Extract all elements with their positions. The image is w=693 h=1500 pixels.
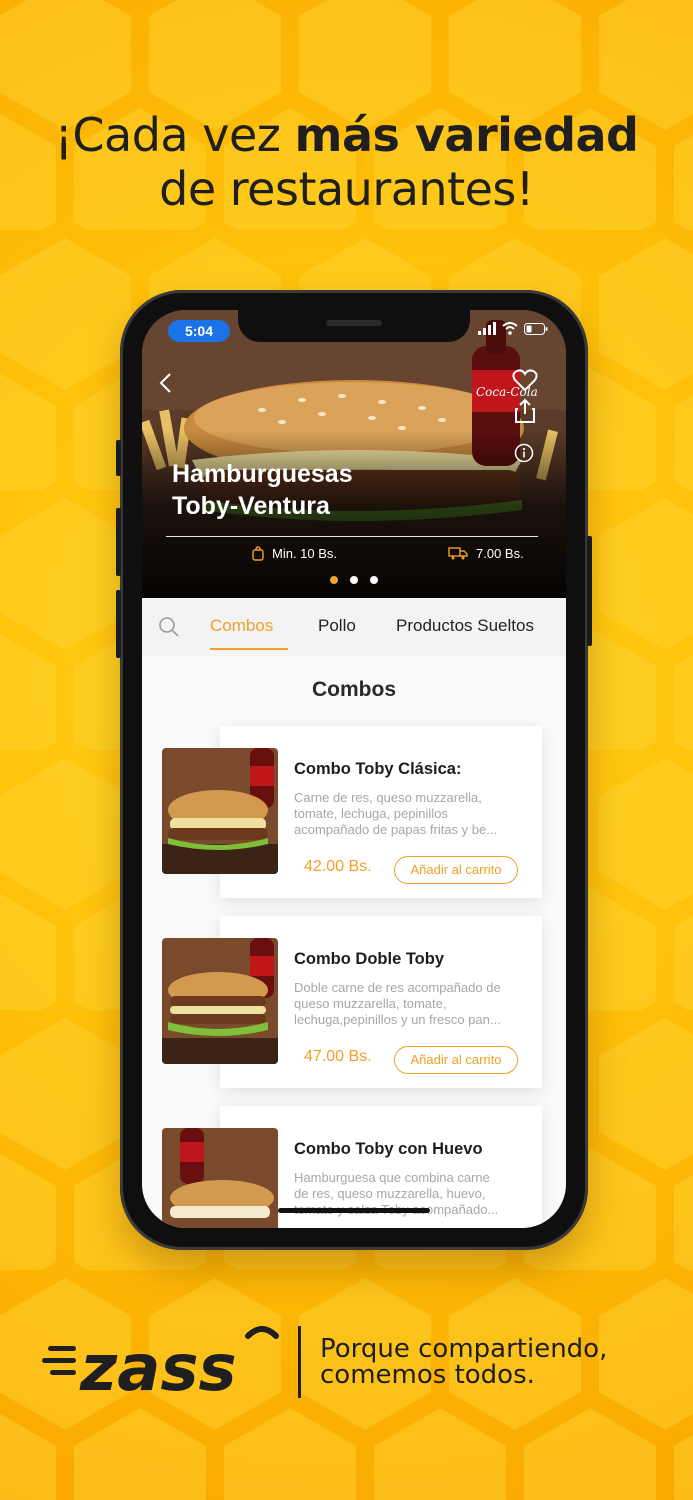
promo-headline: ¡Cada vez más variedad de restaurantes! [0, 108, 693, 216]
product-image [162, 748, 278, 874]
phone-mockup: 5:04 Coca-Cola Hamburguesas Toby-Ventura… [116, 290, 592, 1250]
product-description: Doble carne de res acompañado de queso m… [294, 980, 501, 1027]
product-price: 47.00 Bs. [304, 1048, 372, 1065]
volume-down-button [116, 590, 121, 658]
info-icon[interactable] [514, 443, 534, 463]
headline-bold-text: más variedad [294, 108, 639, 162]
phone-side-button [116, 440, 121, 476]
power-button [587, 536, 592, 646]
min-order-text: Min. 10 Bs. [272, 546, 338, 561]
add-to-cart-button[interactable]: Añadir al carrito [394, 1046, 518, 1074]
home-indicator[interactable] [278, 1208, 430, 1213]
product-description: Carne de res, queso muzzarella, tomate, … [294, 790, 498, 837]
tab-combos[interactable]: Combos [210, 616, 273, 636]
battery-icon [524, 323, 548, 335]
section-title: Combos [312, 678, 396, 701]
status-icons [478, 322, 548, 335]
brand-divider [298, 1326, 301, 1398]
logo-text: zass [79, 1332, 237, 1398]
restaurant-hero: Coca-Cola Hamburguesas Toby-Ventura Min.… [142, 310, 566, 598]
share-icon[interactable] [514, 398, 536, 424]
volume-up-button [116, 508, 121, 576]
brand-tagline: Porque compartiendo, comemos todos. [320, 1334, 608, 1390]
carousel-dot[interactable] [370, 576, 378, 584]
product-name: Combo Doble Toby [294, 950, 445, 968]
carousel-dots[interactable] [330, 576, 378, 584]
headline-regular-text: ¡Cada vez [54, 108, 295, 162]
delivery-fee: 7.00 Bs. [448, 546, 524, 561]
search-icon[interactable] [158, 616, 180, 638]
headline-line-2: de restaurantes! [159, 162, 534, 216]
carousel-dot[interactable] [350, 576, 358, 584]
product-image [162, 938, 278, 1064]
product-name: Combo Toby Clásica: [294, 760, 462, 778]
product-image [162, 1128, 278, 1228]
product-price: 42.00 Bs. [304, 858, 372, 875]
bag-icon [252, 546, 264, 561]
back-icon[interactable] [158, 372, 174, 394]
delivery-truck-icon [448, 547, 468, 560]
signal-icon [478, 322, 496, 335]
min-order: Min. 10 Bs. [252, 546, 337, 561]
tab-productos-sueltos[interactable]: Productos Sueltos [396, 616, 534, 636]
delivery-fee-text: 7.00 Bs. [476, 546, 524, 561]
tab-pollo[interactable]: Pollo [318, 616, 356, 636]
restaurant-name: Hamburguesas Toby-Ventura [172, 460, 353, 520]
product-name: Combo Toby con Huevo [294, 1140, 483, 1158]
category-tabs: Combos Pollo Productos Sueltos [142, 598, 566, 656]
phone-screen: 5:04 Coca-Cola Hamburguesas Toby-Ventura… [142, 310, 566, 1228]
add-to-cart-button[interactable]: Añadir al carrito [394, 856, 518, 884]
heart-icon[interactable] [512, 368, 538, 392]
carousel-dot[interactable] [330, 576, 338, 584]
active-tab-indicator [210, 648, 288, 650]
status-time: 5:04 [168, 320, 230, 342]
hero-divider [166, 536, 538, 537]
notch [238, 310, 470, 342]
wifi-icon [502, 322, 518, 335]
zass-logo: zass [42, 1326, 279, 1398]
